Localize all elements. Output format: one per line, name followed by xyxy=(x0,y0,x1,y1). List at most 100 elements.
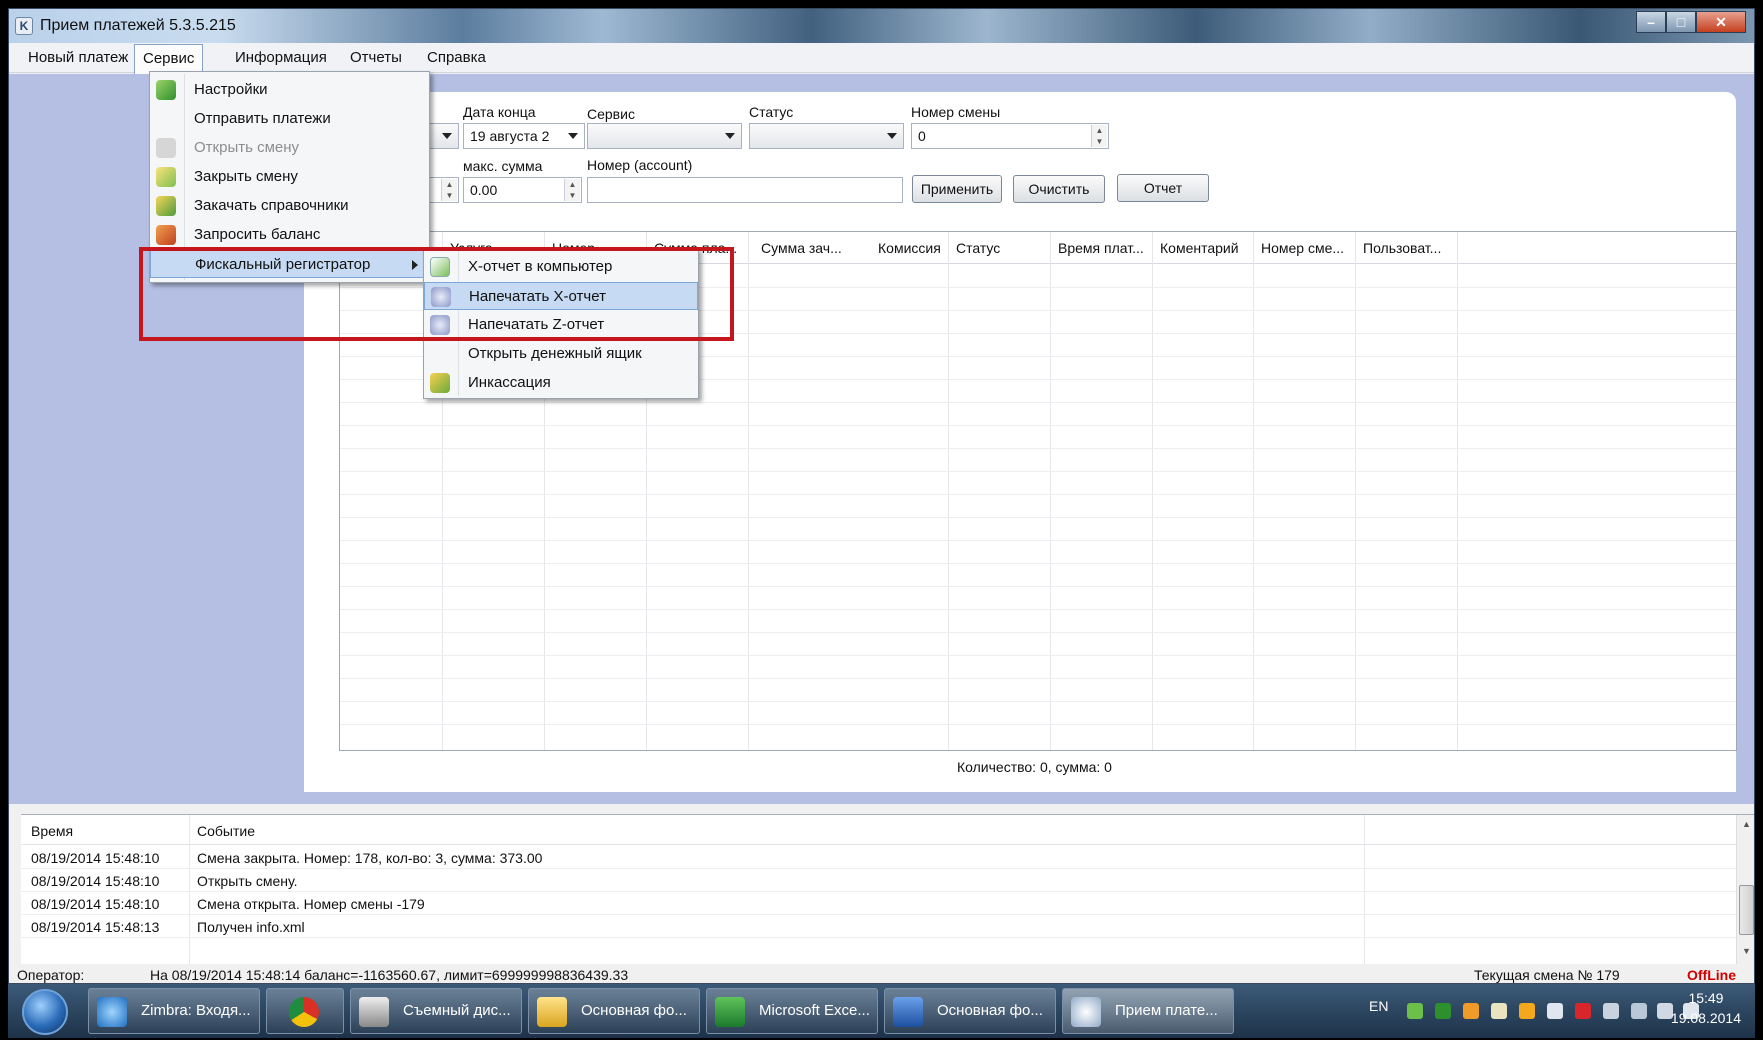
log-scrollbar[interactable]: ▲ ▼ xyxy=(1736,815,1754,964)
window-controls: – □ ✕ xyxy=(1636,11,1746,33)
outlook-icon[interactable] xyxy=(1519,1003,1535,1019)
menu-item-close-shift[interactable]: Закрыть смену xyxy=(150,163,429,191)
close-shift-icon xyxy=(156,167,176,187)
balance-icon xyxy=(156,225,176,245)
task-removable-disk[interactable]: Съемный дис... xyxy=(350,988,522,1034)
network-icon[interactable] xyxy=(1631,1003,1647,1019)
service-select[interactable] xyxy=(587,123,742,149)
status-bar: Оператор: На 08/19/2014 15:48:14 баланс=… xyxy=(9,964,1754,983)
ie-icon xyxy=(97,997,127,1027)
title-bar[interactable]: K Прием платежей 5.3.5.215 – □ ✕ xyxy=(9,9,1754,43)
clear-button[interactable]: Очистить xyxy=(1013,175,1105,203)
menu-information[interactable]: Информация xyxy=(235,49,327,66)
menu-item-download-directories[interactable]: Закачать справочники xyxy=(150,192,429,220)
log-row[interactable]: 08/19/2014 15:48:10 Открыть смену. xyxy=(21,869,1736,892)
menu-reports[interactable]: Отчеты xyxy=(350,49,402,66)
col-status[interactable]: Статус xyxy=(956,240,1000,256)
menu-item-encashment[interactable]: Инкассация xyxy=(424,369,698,397)
report-button[interactable]: Отчет xyxy=(1117,174,1209,202)
menu-item-open-shift: Открыть смену xyxy=(150,134,429,162)
drive-icon xyxy=(359,997,389,1027)
envelope-icon[interactable] xyxy=(1547,1003,1563,1019)
app-icon xyxy=(1071,997,1101,1027)
antivirus-icon[interactable] xyxy=(1575,1003,1591,1019)
minimize-button[interactable]: – xyxy=(1636,11,1666,33)
clock-time: 15:49 xyxy=(1688,990,1724,1006)
task-payments-app[interactable]: Прием плате... xyxy=(1062,988,1234,1034)
menu-item-settings[interactable]: Настройки xyxy=(150,76,429,104)
clock[interactable]: 15:49 19.08.2014 xyxy=(1671,990,1741,1026)
max-sum-stepper[interactable]: 0.00 ▲ ▼ xyxy=(463,177,582,203)
event-log: Время Событие 08/19/2014 15:48:10 Смена з… xyxy=(21,814,1754,964)
stepper-arrows-icon[interactable]: ▲ ▼ xyxy=(564,179,580,201)
menu-bar: Новый платеж Сервис Информация Отчеты Сп… xyxy=(9,43,1754,74)
settings-icon xyxy=(156,80,176,100)
menu-item-request-balance[interactable]: Запросить баланс xyxy=(150,221,429,249)
stepper-arrows-icon[interactable]: ▲ ▼ xyxy=(1091,125,1107,147)
task-word[interactable]: Основная фо... xyxy=(884,988,1056,1034)
status-select[interactable] xyxy=(749,123,904,149)
account-label: Номер (account) xyxy=(587,157,693,173)
balance-text: На 08/19/2014 15:48:14 баланс=-1163560.6… xyxy=(150,967,629,983)
col-credited-sum[interactable]: Сумма зач... xyxy=(761,240,842,256)
chrome-icon xyxy=(289,997,319,1027)
max-sum-label: макс. сумма xyxy=(463,158,543,174)
log-col-event[interactable]: Событие xyxy=(197,823,255,839)
max-sum-value: 0.00 xyxy=(470,182,498,198)
shift-number-value: 0 xyxy=(918,128,926,144)
service-label: Сервис xyxy=(587,106,635,122)
apply-button[interactable]: Применить xyxy=(912,175,1002,203)
date-end-label: Дата конца xyxy=(463,104,536,120)
menu-item-open-cash-drawer[interactable]: Открыть денежный ящик xyxy=(424,340,698,368)
money-icon xyxy=(430,373,450,393)
menu-new-payment[interactable]: Новый платеж xyxy=(28,49,128,66)
col-payment-time[interactable]: Время плат... xyxy=(1058,240,1144,256)
clock-date: 19.08.2014 xyxy=(1670,1010,1741,1026)
taskbar: Zimbra: Входя... Съемный дис... Основная… xyxy=(8,984,1755,1038)
scroll-thumb[interactable] xyxy=(1739,885,1754,935)
account-input[interactable] xyxy=(587,177,903,203)
mail-icon[interactable] xyxy=(1491,1003,1507,1019)
task-folder[interactable]: Основная фо... xyxy=(528,988,700,1034)
log-row[interactable]: 08/19/2014 15:48:13 Получен info.xml xyxy=(21,915,1736,938)
language-indicator[interactable]: EN xyxy=(1369,998,1388,1014)
connection-status: OffLine xyxy=(1687,967,1736,983)
scroll-down-icon[interactable]: ▼ xyxy=(1737,946,1754,962)
log-row[interactable]: 08/19/2014 15:48:10 Смена открыта. Номер … xyxy=(21,892,1736,915)
app-icon: K xyxy=(15,17,33,35)
menu-service[interactable]: Сервис xyxy=(134,44,204,74)
status-label: Статус xyxy=(749,104,794,120)
stepper-arrows-icon[interactable]: ▲ ▼ xyxy=(441,179,457,201)
start-button[interactable] xyxy=(22,989,68,1035)
window-title: Прием платежей 5.3.5.215 xyxy=(40,17,236,34)
app-tray-icon[interactable] xyxy=(1435,1003,1451,1019)
menu-help[interactable]: Справка xyxy=(427,49,486,66)
date-end-picker[interactable]: 19 августа 2 xyxy=(463,123,585,149)
task-zimbra[interactable]: Zimbra: Входя... xyxy=(88,988,260,1034)
col-commission[interactable]: Комиссия xyxy=(878,240,941,256)
system-tray: EN 15:49 19.08.2014 xyxy=(1355,984,1755,1038)
task-chrome[interactable] xyxy=(266,988,344,1034)
col-user[interactable]: Пользоват... xyxy=(1363,240,1441,256)
satellite-icon[interactable] xyxy=(1603,1003,1619,1019)
log-row[interactable]: 08/19/2014 15:48:10 Смена закрыта. Номер:… xyxy=(21,846,1736,869)
shift-number-stepper[interactable]: 0 ▲ ▼ xyxy=(911,123,1109,149)
log-col-time[interactable]: Время xyxy=(31,823,73,839)
col-comment[interactable]: Коментарий xyxy=(1160,240,1239,256)
menu-item-send-payments[interactable]: Отправить платежи xyxy=(150,105,429,133)
task-excel[interactable]: Microsoft Exce... xyxy=(706,988,878,1034)
shift-number-label: Номер смены xyxy=(911,104,1001,120)
chevron-down-icon xyxy=(568,133,578,139)
current-shift-text: Текущая смена № 179 xyxy=(1474,967,1620,983)
excel-icon xyxy=(715,997,745,1027)
close-button[interactable]: ✕ xyxy=(1696,11,1746,33)
tray-app-icon[interactable] xyxy=(1463,1003,1479,1019)
app-window: K Прием платежей 5.3.5.215 – □ ✕ Новый п… xyxy=(8,8,1755,984)
col-shift-number[interactable]: Номер сме... xyxy=(1261,240,1344,256)
scroll-up-icon[interactable]: ▲ xyxy=(1737,819,1754,835)
folder-icon xyxy=(537,997,567,1027)
grid-summary: Количество: 0, сумма: 0 xyxy=(957,759,1112,775)
date-end-value: 19 августа 2 xyxy=(470,128,550,144)
maximize-button[interactable]: □ xyxy=(1666,11,1696,33)
network-status-icon[interactable] xyxy=(1407,1003,1423,1019)
